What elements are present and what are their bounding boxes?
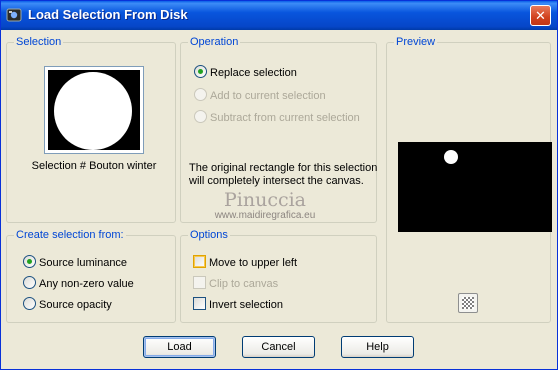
subtract-from-selection-label: Subtract from current selection	[210, 112, 360, 124]
radio-indicator	[23, 255, 36, 268]
cancel-button[interactable]: Cancel	[242, 336, 315, 358]
selection-caption: Selection # Bouton winter	[31, 160, 157, 172]
source-opacity-radio[interactable]: Source opacity	[23, 297, 112, 311]
checkbox-indicator	[193, 297, 206, 310]
move-to-upper-left-checkbox[interactable]: Move to upper left	[193, 255, 297, 269]
selection-circle-shape	[54, 72, 132, 150]
watermark: Pinuccia www.maidiregrafica.eu	[165, 189, 365, 221]
checkbox-indicator	[193, 255, 206, 268]
preview-selection-dot	[444, 150, 458, 164]
load-button[interactable]: Load	[143, 336, 216, 358]
intersect-info-text: The original rectangle for this selectio…	[189, 162, 378, 187]
move-to-upper-left-label: Move to upper left	[209, 257, 298, 269]
radio-indicator	[194, 88, 207, 101]
close-button[interactable]: ✕	[530, 5, 551, 26]
selection-thumbnail-image	[48, 70, 140, 150]
source-luminance-label: Source luminance	[39, 257, 128, 269]
options-group: Options Move to upper left Clip to canva…	[180, 229, 377, 323]
preview-group-label: Preview	[394, 36, 438, 48]
any-nonzero-radio[interactable]: Any non-zero value	[23, 276, 134, 290]
selection-group-label: Selection	[14, 36, 64, 48]
radio-indicator	[23, 297, 36, 310]
invert-selection-label: Invert selection	[209, 299, 283, 311]
clip-to-canvas-label: Clip to canvas	[209, 278, 279, 290]
radio-indicator	[194, 110, 207, 123]
add-to-selection-label: Add to current selection	[210, 90, 326, 102]
help-button[interactable]: Help	[341, 336, 414, 358]
create-from-group-label: Create selection from:	[14, 229, 126, 241]
close-icon: ✕	[535, 8, 546, 23]
preview-options-button[interactable]	[458, 293, 478, 313]
selection-group: Selection Selection # Bouton winter	[6, 36, 176, 223]
options-group-label: Options	[188, 229, 230, 241]
radio-indicator	[23, 276, 36, 289]
preview-group: Preview	[386, 36, 552, 323]
invert-selection-checkbox[interactable]: Invert selection	[193, 297, 283, 311]
selection-thumbnail[interactable]	[44, 66, 144, 154]
add-to-selection-radio[interactable]: Add to current selection	[194, 88, 326, 102]
watermark-url: www.maidiregrafica.eu	[214, 210, 316, 221]
create-from-group: Create selection from: Source luminance …	[6, 229, 176, 323]
window-title: Load Selection From Disk	[28, 7, 188, 22]
any-nonzero-label: Any non-zero value	[39, 278, 134, 290]
clip-to-canvas-checkbox[interactable]: Clip to canvas	[193, 276, 278, 290]
checkbox-indicator	[193, 276, 206, 289]
operation-group-label: Operation	[188, 36, 241, 48]
title-bar[interactable]: Load Selection From Disk ✕	[1, 1, 557, 30]
replace-selection-radio[interactable]: Replace selection	[194, 65, 297, 79]
source-luminance-radio[interactable]: Source luminance	[23, 255, 127, 269]
app-icon	[6, 8, 22, 22]
subtract-from-selection-radio[interactable]: Subtract from current selection	[194, 110, 360, 124]
source-opacity-label: Source opacity	[39, 299, 112, 311]
replace-selection-label: Replace selection	[210, 67, 297, 79]
preview-canvas	[398, 142, 552, 232]
dialog-window: Load Selection From Disk ✕ Selection Sel…	[0, 0, 558, 370]
radio-indicator	[194, 65, 207, 78]
watermark-name: Pinuccia	[223, 189, 307, 211]
checkerboard-icon	[462, 297, 474, 309]
